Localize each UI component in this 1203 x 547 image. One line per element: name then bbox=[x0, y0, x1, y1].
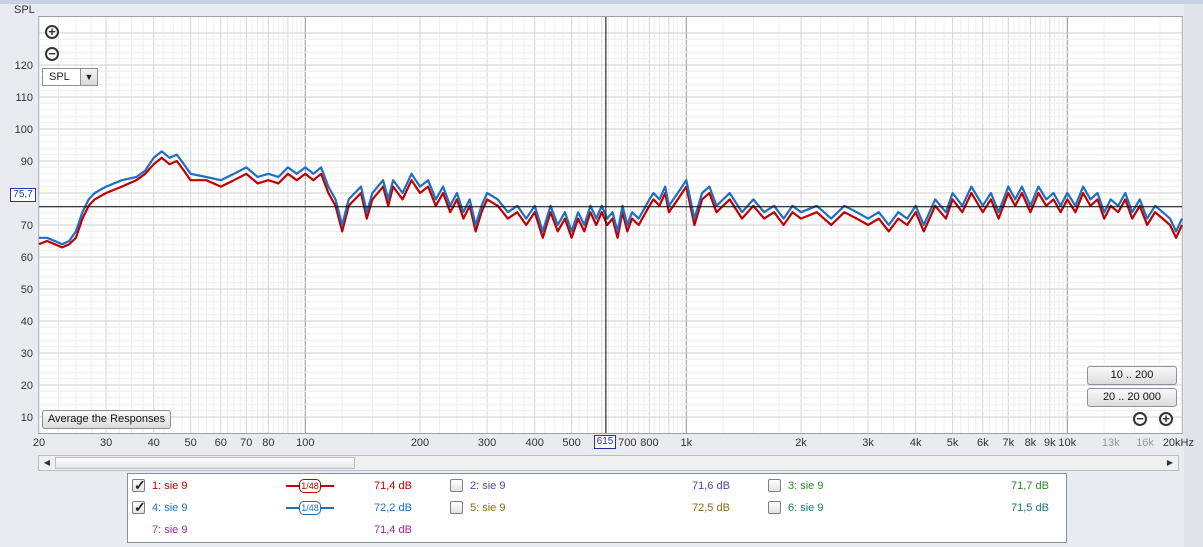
y-tick-label: 40 bbox=[21, 316, 33, 328]
legend-value-1: 71,4 dB bbox=[374, 480, 412, 492]
zoom-in-horizontal-icon[interactable]: + bbox=[1159, 412, 1173, 426]
range-20-20000-button[interactable]: 20 .. 20 000 bbox=[1087, 388, 1177, 407]
range-10-200-button[interactable]: 10 .. 200 bbox=[1087, 366, 1177, 385]
cursor-y-readout: 75,7 bbox=[10, 188, 36, 202]
x-tick-label: 13k bbox=[1102, 437, 1120, 449]
scroll-right-icon[interactable]: ▶ bbox=[1163, 456, 1177, 470]
legend-label-3: 3: sie 9 bbox=[788, 480, 824, 492]
legend-panel: 1: sie 9 1/48 71,4 dB 2: sie 9 71,6 dB 3… bbox=[127, 473, 1067, 543]
legend-item-3[interactable]: 3: sie 9 bbox=[768, 477, 968, 495]
x-tick-label: 16k bbox=[1136, 437, 1154, 449]
spl-chart[interactable]: 10 20 30 40 50 60 70 80 90 100 110 120 20 30 40 50 60 70 8… bbox=[0, 0, 1203, 455]
legend-checkbox-4[interactable] bbox=[132, 498, 146, 516]
legend-checkbox-1[interactable] bbox=[132, 476, 146, 494]
x-tick-label: 70 bbox=[240, 437, 252, 449]
y-tick-label: 100 bbox=[15, 124, 33, 136]
zoom-out-vertical-icon[interactable]: − bbox=[45, 47, 59, 61]
scroll-left-icon[interactable]: ◀ bbox=[40, 456, 54, 470]
y-tick-label: 30 bbox=[21, 348, 33, 360]
x-tick-label: 4k bbox=[910, 437, 922, 449]
smoothing-badge-1[interactable]: 1/48 bbox=[299, 479, 321, 493]
x-tick-label: 80 bbox=[262, 437, 274, 449]
x-tick-label: 100 bbox=[296, 437, 314, 449]
x-tick-label: 200 bbox=[411, 437, 429, 449]
legend-value-7: 71,4 dB bbox=[374, 524, 412, 536]
legend-value-2: 71,6 dB bbox=[692, 480, 730, 492]
x-tick-label: 800 bbox=[640, 437, 658, 449]
y-tick-label: 60 bbox=[21, 252, 33, 264]
x-tick-label: 1k bbox=[680, 437, 692, 449]
legend-checkbox-2[interactable] bbox=[450, 479, 463, 492]
legend-label-4: 4: sie 9 bbox=[152, 502, 188, 514]
legend-checkbox-3[interactable] bbox=[768, 479, 781, 492]
x-tick-label: 20kHz bbox=[1163, 437, 1194, 449]
x-tick-label: 10k bbox=[1058, 437, 1076, 449]
x-tick-label: 40 bbox=[148, 437, 160, 449]
legend-item-5[interactable]: 5: sie 9 bbox=[450, 499, 650, 517]
chevron-down-icon[interactable]: ▼ bbox=[80, 69, 97, 85]
legend-label-5: 5: sie 9 bbox=[470, 502, 506, 514]
x-tick-label: 700 bbox=[618, 437, 636, 449]
y-tick-label: 70 bbox=[21, 220, 33, 232]
smoothing-badge-4[interactable]: 1/48 bbox=[299, 501, 321, 515]
x-tick-label: 30 bbox=[100, 437, 112, 449]
legend-checkbox-6[interactable] bbox=[768, 501, 781, 514]
average-responses-button[interactable]: Average the Responses bbox=[42, 410, 171, 429]
y-tick-label: 50 bbox=[21, 284, 33, 296]
x-tick-label: 20 bbox=[33, 437, 45, 449]
legend-value-5: 72,5 dB bbox=[692, 502, 730, 514]
legend-value-3: 71,7 dB bbox=[1011, 480, 1049, 492]
legend-checkbox-5[interactable] bbox=[450, 501, 463, 514]
x-tick-label: 5k bbox=[947, 437, 959, 449]
legend-label-6: 6: sie 9 bbox=[788, 502, 824, 514]
view-select-value: SPL bbox=[49, 71, 70, 83]
legend-label-1: 1: sie 9 bbox=[152, 480, 188, 492]
legend-value-6: 71,5 dB bbox=[1011, 502, 1049, 514]
x-tick-label: 8k bbox=[1025, 437, 1037, 449]
legend-item-6[interactable]: 6: sie 9 bbox=[768, 499, 968, 517]
x-tick-label: 50 bbox=[184, 437, 196, 449]
x-tick-label: 3k bbox=[862, 437, 874, 449]
x-tick-label: 500 bbox=[562, 437, 580, 449]
x-tick-label: 6k bbox=[977, 437, 989, 449]
y-tick-label: 120 bbox=[15, 60, 33, 72]
view-select[interactable]: SPL ▼ bbox=[42, 68, 98, 86]
horizontal-scrollbar[interactable]: ◀ ▶ bbox=[38, 455, 1179, 471]
x-tick-label: 9k bbox=[1044, 437, 1056, 449]
scroll-thumb[interactable] bbox=[55, 457, 355, 469]
legend-label-7: 7: sie 9 bbox=[152, 524, 188, 536]
series-line-1 bbox=[38, 156, 1183, 249]
x-tick-label: 2k bbox=[795, 437, 807, 449]
y-tick-label: 20 bbox=[21, 380, 33, 392]
zoom-in-vertical-icon[interactable]: + bbox=[45, 25, 59, 39]
cursor-x-readout: 615 bbox=[594, 435, 616, 449]
y-tick-label: 110 bbox=[15, 92, 33, 104]
x-tick-label: 400 bbox=[526, 437, 544, 449]
legend-item-2[interactable]: 2: sie 9 bbox=[450, 477, 650, 495]
x-tick-label: 300 bbox=[478, 437, 496, 449]
zoom-out-horizontal-icon[interactable]: − bbox=[1133, 412, 1147, 426]
legend-value-4: 72,2 dB bbox=[374, 502, 412, 514]
y-tick-label: 10 bbox=[21, 412, 33, 424]
y-tick-label: 90 bbox=[21, 156, 33, 168]
legend-label-2: 2: sie 9 bbox=[470, 480, 506, 492]
x-tick-label: 7k bbox=[1002, 437, 1014, 449]
x-tick-label: 60 bbox=[215, 437, 227, 449]
